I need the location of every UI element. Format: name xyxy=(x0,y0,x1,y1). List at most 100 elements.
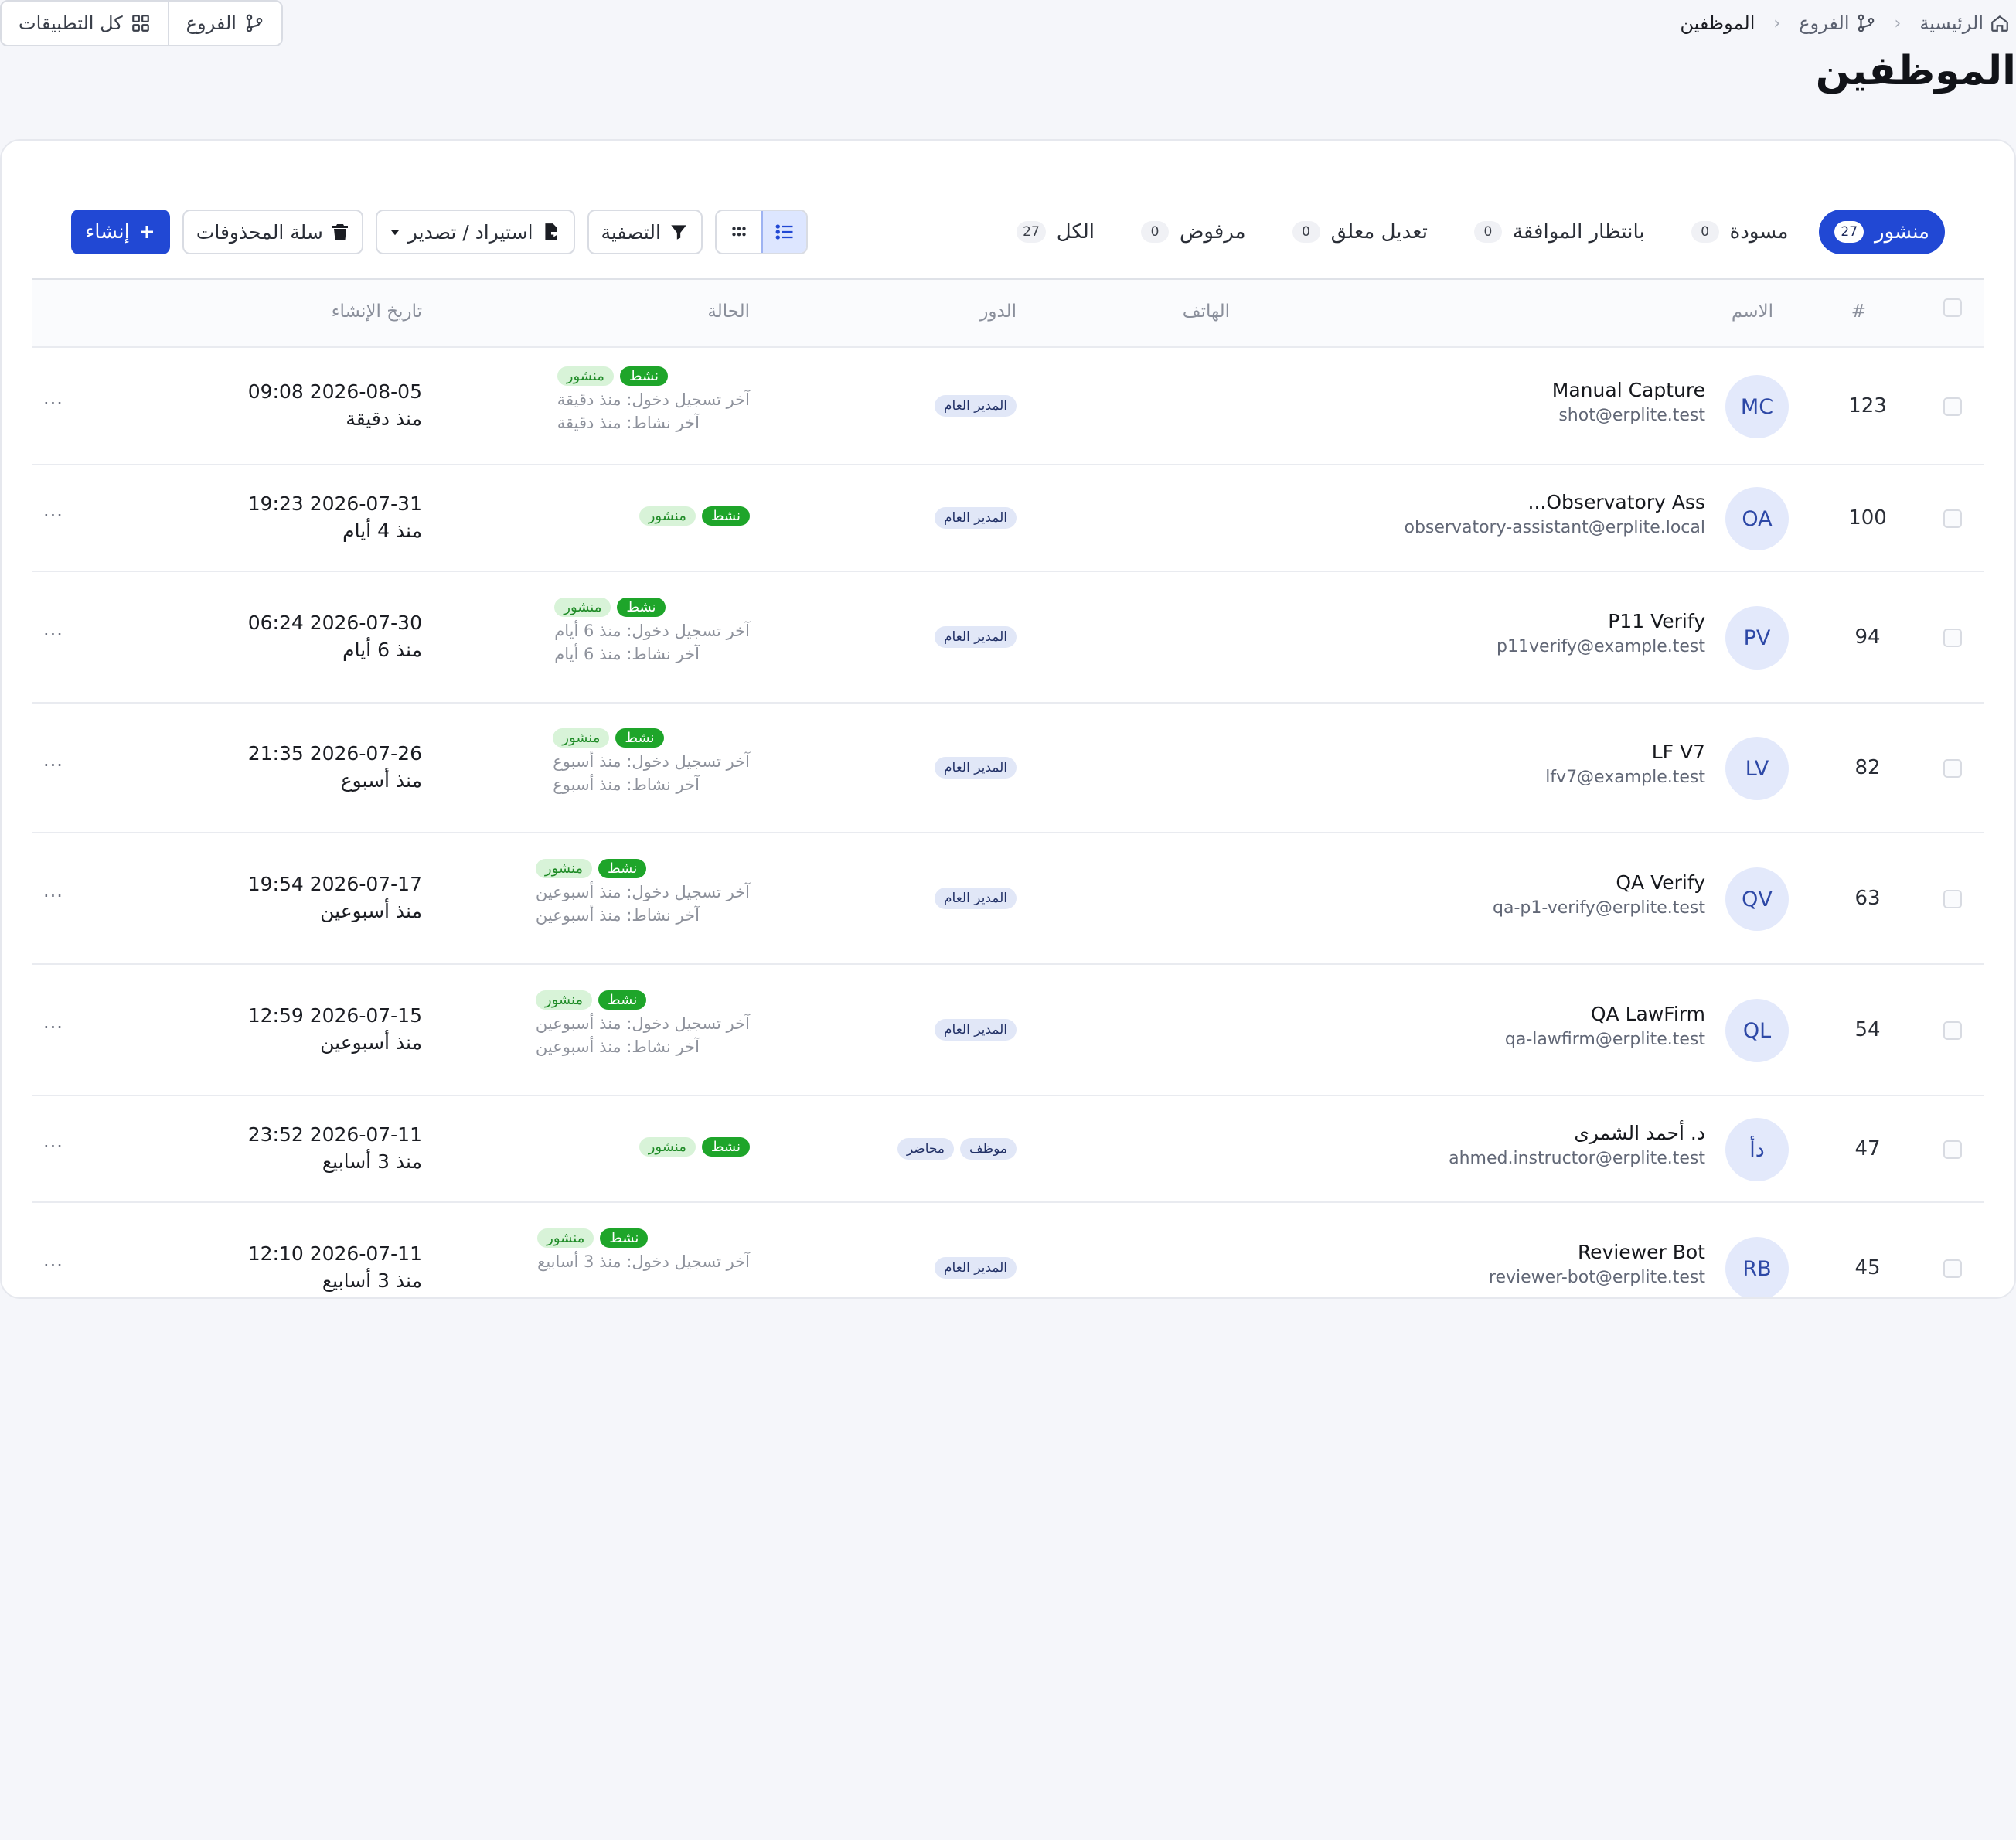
list-view-icon xyxy=(774,221,795,243)
row-checkbox[interactable] xyxy=(1943,1021,1962,1040)
employee-name[interactable]: LF V7 xyxy=(1545,741,1705,763)
row-actions-menu[interactable]: ··· xyxy=(43,1017,63,1038)
row-checkbox[interactable] xyxy=(1943,890,1962,908)
employee-info: P11 Verify p11verify@example.test xyxy=(1497,610,1705,656)
employee-name[interactable]: Manual Capture xyxy=(1552,379,1705,401)
row-checkbox[interactable] xyxy=(1943,1140,1962,1159)
row-id: 63 xyxy=(1854,887,1881,910)
role-cell: المدير العام xyxy=(935,757,1017,779)
grid-view-button[interactable] xyxy=(717,211,761,253)
avatar: LV xyxy=(1725,737,1789,800)
table-row[interactable]: 82 LV LF V7 lfv7@example.test المدير الع… xyxy=(32,704,1984,833)
filter-button[interactable]: التصفية xyxy=(587,210,703,254)
tab-published[interactable]: منشور 27 xyxy=(1819,210,1945,254)
tab-count: 27 xyxy=(1017,221,1046,243)
breadcrumb-separator: ‹ xyxy=(1773,13,1781,33)
tab-count: 0 xyxy=(1140,221,1169,243)
all-apps-button[interactable]: كل التطبيقات xyxy=(2,2,168,45)
table-row[interactable]: 63 QV QA Verify qa-p1-verify@erplite.tes… xyxy=(32,833,1984,965)
created-date: 2026-07-17 19:54 xyxy=(247,873,422,895)
status-badge-published: منشور xyxy=(639,506,696,526)
toolbar: منشور 27 مسودة 0 بانتظار الموافقة 0 تعدي… xyxy=(71,209,1945,255)
column-role: الدور xyxy=(979,302,1017,322)
row-checkbox[interactable] xyxy=(1943,759,1962,778)
employee-name[interactable]: د. أحمد الشمرى xyxy=(1449,1122,1705,1144)
employees-card: منشور 27 مسودة 0 بانتظار الموافقة 0 تعدي… xyxy=(0,139,2016,1299)
tab-draft[interactable]: مسودة 0 xyxy=(1676,210,1804,254)
status-badge-published: منشور xyxy=(639,1137,696,1157)
created-date: 2026-07-30 06:24 xyxy=(247,612,422,634)
employee-name[interactable]: Observatory Ass... xyxy=(1404,491,1705,513)
row-checkbox[interactable] xyxy=(1943,629,1962,647)
page-title: الموظفين xyxy=(1815,48,2016,94)
breadcrumb-home[interactable]: الرئيسية xyxy=(1919,12,2010,34)
table-row[interactable]: 94 PV P11 Verify p11verify@example.test … xyxy=(32,572,1984,704)
breadcrumb-branches[interactable]: الفروع xyxy=(1799,12,1875,34)
role-cell: المدير العام xyxy=(935,888,1017,909)
row-actions-menu[interactable]: ··· xyxy=(43,755,63,776)
tab-pending-edit[interactable]: تعديل معلق 0 xyxy=(1277,210,1443,254)
employee-email: qa-p1-verify@erplite.test xyxy=(1493,898,1705,918)
employee-name[interactable]: Reviewer Bot xyxy=(1489,1241,1705,1263)
row-actions-menu[interactable]: ··· xyxy=(43,624,63,646)
created-cell: 2026-07-15 12:59 منذ أسبوعين xyxy=(248,1004,422,1054)
row-actions-menu[interactable]: ··· xyxy=(43,393,63,414)
filter-label: التصفية xyxy=(601,220,661,244)
last-activity: آخر نشاط: منذ أسبوع xyxy=(553,775,700,794)
avatar: QL xyxy=(1725,999,1789,1062)
employee-info: LF V7 lfv7@example.test xyxy=(1545,741,1705,787)
row-actions-menu[interactable]: ··· xyxy=(43,1136,63,1157)
row-checkbox[interactable] xyxy=(1943,1259,1962,1278)
status-badges: نشط منشور xyxy=(535,990,647,1010)
created-relative: منذ 3 أسابيع xyxy=(322,1269,422,1292)
table-row[interactable]: 47 دأ د. أحمد الشمرى ahmed.instructor@er… xyxy=(32,1096,1984,1203)
role-cell: المدير العام xyxy=(935,1019,1017,1041)
branches-button[interactable]: الفروع xyxy=(167,2,281,45)
select-all-checkbox[interactable] xyxy=(1943,298,1962,317)
trash-button[interactable]: سلة المحذوفات xyxy=(182,210,363,254)
employee-name[interactable]: P11 Verify xyxy=(1497,610,1705,632)
table-row[interactable]: 100 OA Observatory Ass... observatory-as… xyxy=(32,465,1984,572)
employee-email: qa-lawfirm@erplite.test xyxy=(1504,1030,1705,1049)
status-cell: نشط منشور آخر تسجيل دخول: منذ أسبوعين آخر… xyxy=(535,990,750,1056)
list-view-button[interactable] xyxy=(761,211,806,253)
row-id: 94 xyxy=(1854,625,1881,649)
plus-icon xyxy=(138,223,156,241)
status-badges: نشط منشور xyxy=(557,366,669,386)
row-checkbox[interactable] xyxy=(1943,397,1962,416)
employee-name[interactable]: QA Verify xyxy=(1493,871,1705,894)
row-actions-menu[interactable]: ··· xyxy=(43,505,63,526)
status-badge-published: منشور xyxy=(535,990,593,1010)
row-actions-menu[interactable]: ··· xyxy=(43,885,63,907)
row-actions-menu[interactable]: ··· xyxy=(43,1255,63,1276)
employee-email: lfv7@example.test xyxy=(1545,768,1705,787)
tab-pending-approval[interactable]: بانتظار الموافقة 0 xyxy=(1459,210,1660,254)
created-cell: 2026-08-05 09:08 منذ دقيقة xyxy=(248,380,422,430)
breadcrumb-separator: ‹ xyxy=(1894,13,1902,33)
status-badge-published: منشور xyxy=(537,1228,594,1248)
status-cell: نشط منشور xyxy=(639,506,750,526)
last-login: آخر تسجيل دخول: منذ 3 أسابيع xyxy=(537,1252,750,1271)
created-date: 2026-07-26 21:35 xyxy=(247,742,422,765)
employee-email: observatory-assistant@erplite.local xyxy=(1404,518,1705,537)
status-cell: نشط منشور آخر تسجيل دخول: منذ دقيقة آخر ن… xyxy=(557,366,750,432)
tab-label: منشور xyxy=(1875,220,1929,244)
tab-all[interactable]: الكل 27 xyxy=(1001,210,1110,254)
create-label: إنشاء xyxy=(85,220,130,244)
table-row[interactable]: 45 RB Reviewer Bot reviewer-bot@erplite.… xyxy=(32,1203,1984,1297)
table-row[interactable]: 123 MC Manual Capture shot@erplite.test … xyxy=(32,348,1984,465)
import-export-button[interactable]: استيراد / تصدير xyxy=(375,210,575,254)
employee-name[interactable]: QA LawFirm xyxy=(1505,1003,1705,1025)
row-id: 54 xyxy=(1854,1018,1881,1041)
table-row[interactable]: 54 QL QA LawFirm qa-lawfirm@erplite.test… xyxy=(32,965,1984,1096)
column-phone: الهاتف xyxy=(1182,302,1230,322)
breadcrumb-current: الموظفين xyxy=(1680,12,1755,34)
role-badge: المدير العام xyxy=(935,888,1017,909)
row-checkbox[interactable] xyxy=(1943,509,1962,528)
tab-rejected[interactable]: مرفوض 0 xyxy=(1125,210,1262,254)
employee-email: reviewer-bot@erplite.test xyxy=(1488,1268,1705,1287)
status-badges: نشط منشور xyxy=(537,1228,649,1248)
last-activity: آخر نشاط: منذ دقيقة xyxy=(557,414,700,432)
create-button[interactable]: إنشاء xyxy=(71,210,170,254)
created-relative: منذ 6 أيام xyxy=(342,639,422,661)
